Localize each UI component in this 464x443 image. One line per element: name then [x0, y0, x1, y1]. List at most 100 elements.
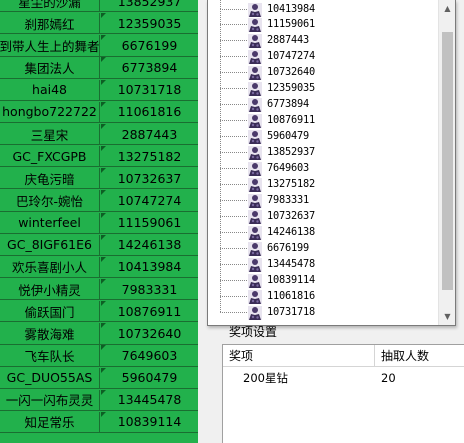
table-row[interactable]: 悦伊小精灵 7983331	[0, 278, 198, 301]
column-header-prize[interactable]: 奖项	[223, 345, 375, 367]
list-item[interactable]: 7983331	[208, 183, 439, 208]
nickname-cell[interactable]: 星尘的沙漏	[0, 0, 100, 12]
nickname-cell[interactable]: 欢乐喜剧小人	[0, 256, 100, 278]
list-item[interactable]: 5960479	[208, 120, 439, 145]
list-item[interactable]: 13445478	[208, 247, 439, 272]
tree-connector-line	[220, 167, 221, 184]
list-item[interactable]: 6773894	[208, 88, 439, 113]
list-item[interactable]: 2887443	[208, 24, 439, 49]
nickname-cell[interactable]: 集团法人	[0, 57, 100, 78]
table-row[interactable]: 雾散海难 10732640	[0, 323, 198, 345]
table-row[interactable]: hongbo722722 11061816	[0, 101, 198, 124]
table-row[interactable]: 偷跃国门 10876911	[0, 301, 198, 323]
user-id-cell[interactable]: 7649603	[101, 345, 198, 365]
user-id-cell[interactable]: 5960479	[101, 368, 198, 388]
nickname-cell[interactable]: GC_8IGF61E6	[0, 234, 100, 255]
list-item[interactable]: 11061816	[208, 279, 439, 304]
nickname-cell[interactable]: 庆龟污暗	[0, 168, 100, 189]
user-id-cell[interactable]: 10839114	[101, 412, 198, 432]
list-item[interactable]: 10413984	[208, 0, 439, 17]
tree-connector-dots	[220, 24, 247, 26]
list-item-label: 10732637	[267, 209, 315, 222]
user-id-cell[interactable]: 10732640	[101, 323, 198, 343]
tree-connector-dots	[220, 295, 247, 297]
list-item[interactable]: 10747274	[208, 40, 439, 65]
list-item[interactable]: 13852937	[208, 136, 439, 161]
participant-tree-list[interactable]: 10413984 11159061 2887443 10747274 10732640 1…	[208, 0, 439, 325]
cell-error-indicator-icon	[101, 367, 106, 373]
nickname-cell[interactable]: 三星宋	[0, 123, 100, 145]
participant-dropdown-list[interactable]: 10413984 11159061 2887443 10747274 10732640 1…	[207, 0, 456, 326]
list-item[interactable]: 13275182	[208, 167, 439, 192]
user-id-cell[interactable]: 11159061	[101, 213, 198, 233]
nickname-cell[interactable]: 悦伊小精灵	[0, 278, 100, 300]
table-row[interactable]: GC_8IGF61E6 14246138	[0, 234, 198, 256]
user-id-cell[interactable]: 7983331	[101, 279, 198, 299]
nickname-cell[interactable]: 飞车队长	[0, 345, 100, 366]
table-row[interactable]: 到带人生上的舞者 6676199	[0, 35, 198, 57]
list-item[interactable]: 6676199	[208, 231, 439, 256]
list-item[interactable]: 10732637	[208, 199, 439, 224]
user-avatar-icon	[248, 97, 262, 113]
list-item[interactable]: 7649603	[208, 152, 439, 176]
user-id-cell[interactable]: 10731718	[101, 80, 198, 100]
cell-error-indicator-icon	[101, 146, 106, 152]
user-id-cell[interactable]: 13852937	[101, 0, 198, 11]
nickname-cell[interactable]: hai48	[0, 79, 100, 100]
user-id-cell[interactable]: 14246138	[101, 235, 198, 255]
user-id-cell[interactable]: 6676199	[101, 35, 198, 55]
table-row[interactable]: 200星钻 20	[223, 369, 464, 387]
list-item[interactable]: 10876911	[208, 104, 439, 129]
table-row[interactable]: 巴玲尔-婉怡 10747274	[0, 190, 198, 212]
user-id-cell[interactable]: 12359035	[101, 13, 198, 33]
table-row[interactable]: 刹那嫣红 12359035	[0, 13, 198, 35]
table-row[interactable]: 集团法人 6773894	[0, 57, 198, 79]
nickname-cell[interactable]: hongbo722722	[0, 101, 100, 123]
column-header-draw-count[interactable]: 抽取人数	[375, 345, 464, 367]
table-row[interactable]: winterfeel 11159061	[0, 212, 198, 234]
dropdown-scrollbar[interactable]: ▲ ▼	[438, 0, 455, 325]
user-id-cell[interactable]: 10747274	[101, 190, 198, 210]
list-item[interactable]: 10731718	[208, 295, 439, 320]
list-item[interactable]: 10839114	[208, 263, 439, 288]
table-row[interactable]: hai48 10731718	[0, 79, 198, 101]
list-item[interactable]: 10732640	[208, 56, 439, 81]
table-row[interactable]: GC_DUO55AS 5960479	[0, 367, 198, 389]
table-row[interactable]: 知足常乐 10839114	[0, 411, 198, 434]
nickname-cell[interactable]: 到带人生上的舞者	[0, 35, 100, 56]
table-row[interactable]: 三星宋 2887443	[0, 123, 198, 146]
nickname-cell[interactable]: 一闪一闪布灵灵	[0, 389, 100, 410]
list-item[interactable]: 11159061	[208, 8, 439, 33]
table-row[interactable]: GC_FXCGPB 13275182	[0, 146, 198, 168]
scroll-up-arrow-icon[interactable]: ▲	[439, 0, 455, 17]
user-id-cell[interactable]: 2887443	[101, 124, 198, 144]
list-item[interactable]: 14246138	[208, 215, 439, 240]
user-id-cell[interactable]: 10732637	[101, 168, 198, 188]
table-row[interactable]: 欢乐喜剧小人 10413984	[0, 256, 198, 279]
table-row[interactable]: 飞车队长 7649603	[0, 345, 198, 367]
nickname-cell[interactable]: 刹那嫣红	[0, 13, 100, 34]
tree-connector-line	[220, 152, 221, 168]
table-row[interactable]: 星尘的沙漏 13852937	[0, 0, 198, 13]
nickname-cell[interactable]: winterfeel	[0, 212, 100, 233]
nickname-cell[interactable]: 知足常乐	[0, 411, 100, 433]
scroll-thumb[interactable]	[442, 32, 453, 290]
user-id-cell[interactable]: 10413984	[101, 257, 198, 277]
user-id-cell[interactable]: 13445478	[101, 390, 198, 410]
nickname-cell[interactable]: GC_DUO55AS	[0, 367, 100, 388]
prize-table[interactable]: 奖项 抽取人数 200星钻 20	[222, 344, 464, 443]
scroll-down-arrow-icon[interactable]: ▼	[439, 308, 455, 325]
table-row[interactable]: 庆龟污暗 10732637	[0, 168, 198, 190]
nickname-cell[interactable]: 偷跃国门	[0, 301, 100, 322]
user-id-cell[interactable]: 10876911	[101, 301, 198, 321]
nickname-cell[interactable]: GC_FXCGPB	[0, 146, 100, 167]
user-id-cell[interactable]: 11061816	[101, 102, 198, 122]
nickname-cell[interactable]: 雾散海难	[0, 323, 100, 344]
cell-error-indicator-icon	[101, 345, 106, 351]
user-id-cell[interactable]: 13275182	[101, 146, 198, 166]
nickname-cell[interactable]: 巴玲尔-婉怡	[0, 190, 100, 211]
list-item[interactable]: 12359035	[208, 72, 439, 97]
user-id-cell[interactable]: 6773894	[101, 57, 198, 77]
table-row[interactable]: 一闪一闪布灵灵 13445478	[0, 389, 198, 411]
cell-error-indicator-icon	[101, 278, 106, 284]
